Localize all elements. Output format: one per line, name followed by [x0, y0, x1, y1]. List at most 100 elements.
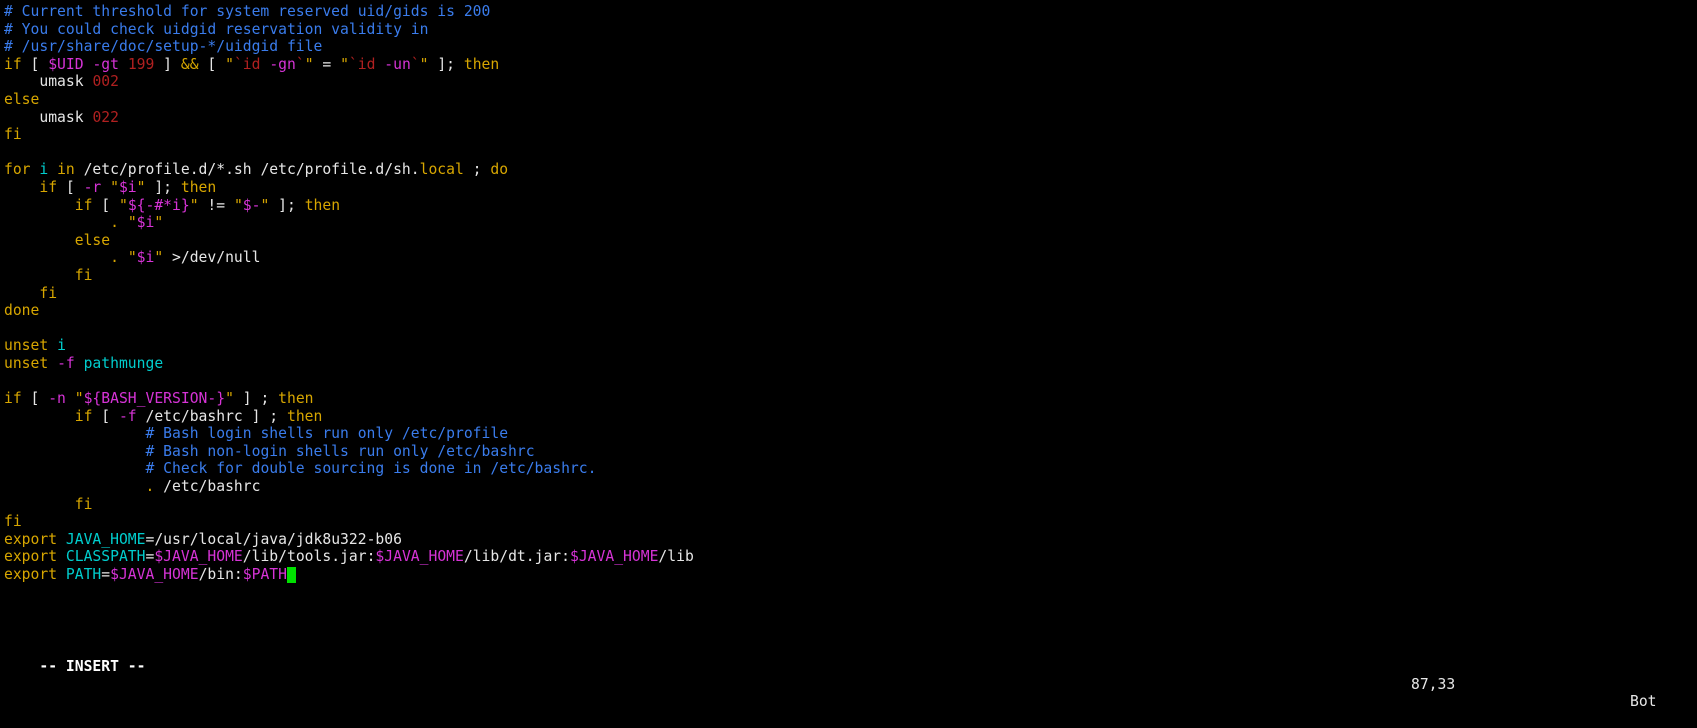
code-line[interactable]: umask 002	[4, 73, 1697, 91]
code-line[interactable]: # Current threshold for system reserved …	[4, 3, 1697, 21]
vim-text-buffer[interactable]: # Current threshold for system reserved …	[4, 3, 1697, 584]
code-line[interactable]: fi	[4, 513, 1697, 531]
code-token: "	[189, 196, 199, 214]
code-token: [	[198, 55, 226, 73]
code-line[interactable]: fi	[4, 496, 1697, 514]
code-token: "	[260, 196, 270, 214]
code-token: 022	[92, 108, 119, 126]
code-token: # You could check uidgid reservation val…	[4, 20, 429, 38]
code-line[interactable]: # Bash login shells run only /etc/profil…	[4, 425, 1697, 443]
code-line[interactable]: if [ -n "${BASH_VERSION-}" ] ; then	[4, 390, 1697, 408]
code-token: /bin:	[198, 566, 243, 583]
code-line[interactable]: if [ -r "$i" ]; then	[4, 179, 1697, 197]
code-line[interactable]: export PATH=$JAVA_HOME/bin:$PATH	[4, 566, 1697, 584]
code-line[interactable]: if [ "${-#*i}" != "$-" ]; then	[4, 197, 1697, 215]
code-token: &&	[180, 55, 199, 73]
code-line[interactable]: unset i	[4, 337, 1697, 355]
code-token: `	[410, 55, 420, 73]
code-token: "	[225, 55, 234, 73]
code-line[interactable]: # /usr/share/doc/setup-*/uidgid file	[4, 38, 1697, 56]
code-token: -un	[384, 55, 411, 73]
code-token: export	[4, 548, 58, 566]
code-token: [	[92, 407, 119, 425]
code-line[interactable]: if [ $UID -gt 199 ] && [ "`id -gn`" = "`…	[4, 56, 1697, 74]
code-line[interactable]: # Bash non-login shells run only /etc/ba…	[4, 443, 1697, 461]
code-line[interactable]: export JAVA_HOME=/usr/local/java/jdk8u32…	[4, 531, 1697, 549]
code-token: done	[4, 302, 40, 320]
code-token: else	[74, 231, 111, 249]
code-line[interactable]: fi	[4, 285, 1697, 303]
code-token: "	[340, 55, 349, 73]
code-token: then	[463, 55, 500, 73]
code-token: ;	[463, 161, 491, 179]
code-token: local	[419, 161, 464, 179]
code-token: `	[295, 55, 305, 73]
code-token: then	[180, 178, 217, 196]
code-token: 199	[127, 55, 155, 73]
code-token: umask	[39, 108, 84, 126]
code-line[interactable]: umask 022	[4, 109, 1697, 127]
code-line[interactable]: # Check for double sourcing is done in /…	[4, 460, 1697, 478]
code-token: unset	[4, 354, 49, 372]
code-token: # Check for double sourcing is done in /…	[145, 460, 597, 478]
code-token: if	[39, 178, 58, 196]
code-token: then	[278, 390, 314, 408]
code-line[interactable]: export CLASSPATH=$JAVA_HOME/lib/tools.ja…	[4, 548, 1697, 566]
code-token: ]	[154, 55, 181, 73]
code-token: ${BASH_VERSION-}	[83, 390, 226, 408]
code-line[interactable]: unset -f pathmunge	[4, 355, 1697, 373]
code-token: /etc/profile.d/*.sh /etc/profile.d/sh.	[74, 161, 420, 179]
code-token: $i	[136, 214, 155, 232]
code-line[interactable]: # You could check uidgid reservation val…	[4, 21, 1697, 39]
code-token: JAVA_HOME	[65, 530, 146, 548]
code-token: "	[154, 214, 164, 232]
code-token: in	[57, 161, 75, 179]
terminal-window[interactable]: # Current threshold for system reserved …	[0, 0, 1697, 710]
code-line[interactable]: else	[4, 91, 1697, 109]
code-token: -gt	[92, 55, 119, 73]
code-line[interactable]: for i in /etc/profile.d/*.sh /etc/profil…	[4, 161, 1697, 179]
code-line[interactable]: . /etc/bashrc	[4, 478, 1697, 496]
code-token: $JAVA_HOME	[154, 548, 243, 566]
code-line[interactable]: . "$i"	[4, 214, 1697, 232]
code-line[interactable]: fi	[4, 126, 1697, 144]
code-token: fi	[4, 513, 22, 531]
code-line[interactable]: else	[4, 232, 1697, 250]
code-token: then	[304, 196, 341, 214]
code-line[interactable]	[4, 320, 1697, 338]
code-line[interactable]: fi	[4, 267, 1697, 285]
code-token: $JAVA_HOME	[375, 548, 464, 566]
vim-file-position: Bot	[1630, 693, 1657, 711]
code-token: $PATH	[242, 566, 287, 583]
code-token: >/dev/null	[163, 249, 261, 267]
code-token: /etc/bashrc ] ;	[136, 407, 287, 425]
code-token: /etc/bashrc	[154, 478, 261, 496]
code-token: $JAVA_HOME	[569, 548, 659, 566]
code-token: export	[4, 530, 58, 548]
code-token: -r	[83, 178, 102, 196]
code-line[interactable]	[4, 144, 1697, 162]
code-line[interactable]	[4, 372, 1697, 390]
code-token: `id	[348, 55, 385, 73]
code-line[interactable]: done	[4, 302, 1697, 320]
code-token: fi	[4, 126, 22, 144]
code-token: CLASSPATH	[65, 548, 146, 566]
code-token: i	[57, 337, 66, 355]
code-token: PATH	[65, 566, 102, 583]
code-token: pathmunge	[83, 354, 164, 372]
code-token: [	[57, 178, 84, 196]
code-line[interactable]: if [ -f /etc/bashrc ] ; then	[4, 408, 1697, 426]
code-line[interactable]: . "$i" >/dev/null	[4, 249, 1697, 267]
